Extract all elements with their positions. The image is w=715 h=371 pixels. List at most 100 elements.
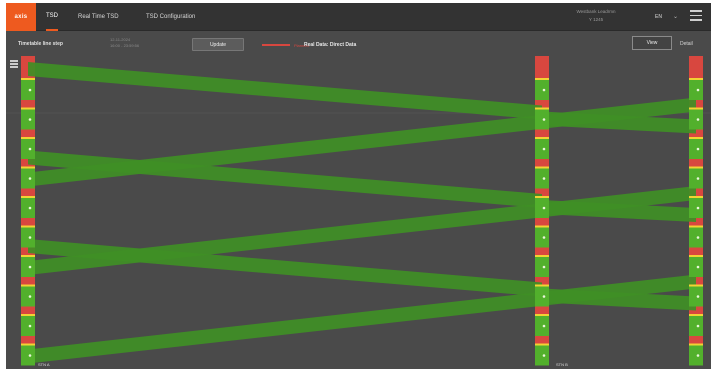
train-node-right-4 xyxy=(696,206,700,210)
train-schedule-diagram: STN A STN B xyxy=(6,56,711,369)
train-path-inbound-2 xyxy=(28,186,696,275)
language-select[interactable]: EN ⌄ xyxy=(643,9,681,25)
dwell-marker-middle-0 xyxy=(535,78,549,80)
train-node-left-9 xyxy=(28,354,32,357)
detail-button[interactable]: Detail xyxy=(680,41,693,47)
station-occupancy-left-2 xyxy=(21,139,35,159)
user-name: Westbank Leadrmn xyxy=(576,9,616,14)
dwell-marker-right-4 xyxy=(689,196,703,198)
station-occupancy-left-8 xyxy=(21,316,35,336)
station-occupancy-left-3 xyxy=(21,168,35,189)
language-value: EN xyxy=(655,14,662,20)
train-node-left-1 xyxy=(28,118,32,121)
tab-tsd-configuration[interactable]: TSD Configuration xyxy=(146,3,195,31)
dwell-marker-left-1 xyxy=(21,107,35,110)
station-occupancy-left-9 xyxy=(21,345,35,366)
station-occupancy-right-0 xyxy=(689,80,703,100)
station-occupancy-middle-9 xyxy=(535,345,549,366)
station-occupancy-middle-4 xyxy=(535,198,549,218)
list-icon[interactable] xyxy=(10,60,18,70)
dwell-marker-right-3 xyxy=(689,166,703,169)
user-info[interactable]: Westbank Leadrmn Y 1245 xyxy=(566,8,626,24)
dwell-marker-right-8 xyxy=(689,314,703,316)
station-occupancy-right-7 xyxy=(689,286,703,307)
station-occupancy-right-8 xyxy=(689,316,703,336)
timetable-label: Timetable line step xyxy=(18,41,63,47)
station-occupancy-middle-8 xyxy=(535,316,549,336)
dwell-marker-middle-1 xyxy=(535,107,549,110)
station-occupancy-middle-1 xyxy=(535,109,549,130)
train-node-right-2 xyxy=(696,147,700,151)
train-path-outbound-1 xyxy=(28,62,542,120)
dwell-marker-middle-2 xyxy=(535,137,549,139)
train-node-left-3 xyxy=(28,177,32,180)
station-occupancy-right-6 xyxy=(689,257,703,277)
train-node-middle-3 xyxy=(542,177,546,180)
station-middle-label: STN B xyxy=(556,362,568,367)
train-node-middle-6 xyxy=(542,265,546,269)
train-node-right-7 xyxy=(696,295,700,298)
train-schedule-canvas[interactable] xyxy=(6,56,711,369)
train-path-outbound-2 xyxy=(28,150,542,208)
date-range-time: 16:00 - 23:59:56 xyxy=(110,43,140,48)
top-navigation-bar: axis TSD Real Time TSD TSD Configuration… xyxy=(6,3,711,31)
hamburger-menu-icon[interactable] xyxy=(690,10,702,22)
station-occupancy-left-4 xyxy=(21,198,35,218)
update-button[interactable]: Update xyxy=(192,38,244,51)
train-path-inbound-3 xyxy=(28,274,696,364)
dwell-marker-left-4 xyxy=(21,196,35,198)
legend-real[interactable]: Real Data: Direct Data xyxy=(304,42,356,48)
legend-planned[interactable]: Planned xyxy=(262,42,309,48)
station-occupancy-left-5 xyxy=(21,227,35,248)
dwell-marker-right-5 xyxy=(689,225,703,228)
station-occupancy-right-4 xyxy=(689,198,703,218)
station-occupancy-left-1 xyxy=(21,109,35,130)
toolbar: Timetable line step 12-11-2024 16:00 - 2… xyxy=(6,32,711,56)
station-occupancy-right-5 xyxy=(689,227,703,248)
dwell-marker-left-5 xyxy=(21,225,35,228)
train-node-left-5 xyxy=(28,236,32,239)
train-node-middle-8 xyxy=(542,324,546,328)
train-node-middle-2 xyxy=(542,147,546,151)
station-occupancy-middle-7 xyxy=(535,286,549,307)
station-occupancy-middle-6 xyxy=(535,257,549,277)
tab-real-time-tsd[interactable]: Real Time TSD xyxy=(78,3,119,31)
dwell-marker-right-9 xyxy=(689,343,703,346)
train-path-inbound-1 xyxy=(28,97,696,187)
train-node-middle-1 xyxy=(542,118,546,121)
app-window: axis TSD Real Time TSD TSD Configuration… xyxy=(6,3,711,369)
date-range[interactable]: 12-11-2024 16:00 - 23:59:56 xyxy=(110,37,139,49)
train-node-right-5 xyxy=(696,236,700,239)
dwell-marker-left-0 xyxy=(21,78,35,80)
dwell-marker-middle-5 xyxy=(535,225,549,228)
station-occupancy-right-2 xyxy=(689,139,703,159)
train-node-right-6 xyxy=(696,265,700,269)
tab-tsd[interactable]: TSD xyxy=(46,3,58,31)
train-node-left-7 xyxy=(28,295,32,298)
train-node-middle-5 xyxy=(542,236,546,239)
legend-planned-swatch xyxy=(262,44,290,46)
station-occupancy-right-3 xyxy=(689,168,703,189)
train-node-right-9 xyxy=(696,354,700,357)
dwell-marker-right-2 xyxy=(689,137,703,139)
train-node-left-2 xyxy=(28,147,32,151)
dwell-marker-middle-6 xyxy=(535,255,549,257)
train-node-middle-4 xyxy=(542,206,546,210)
train-node-right-0 xyxy=(696,88,700,92)
station-occupancy-middle-0 xyxy=(535,80,549,100)
station-occupancy-middle-2 xyxy=(535,139,549,159)
station-occupancy-right-1 xyxy=(689,109,703,130)
train-node-left-6 xyxy=(28,265,32,269)
dwell-marker-middle-3 xyxy=(535,166,549,169)
train-node-left-0 xyxy=(28,88,32,92)
dwell-marker-left-6 xyxy=(21,255,35,257)
dwell-marker-middle-9 xyxy=(535,343,549,346)
station-occupancy-middle-3 xyxy=(535,168,549,189)
view-button[interactable]: View xyxy=(632,36,672,50)
station-occupancy-left-7 xyxy=(21,286,35,307)
station-occupancy-middle-5 xyxy=(535,227,549,248)
train-node-middle-0 xyxy=(542,88,546,92)
dwell-marker-right-0 xyxy=(689,78,703,80)
app-logo[interactable]: axis xyxy=(6,3,36,31)
dwell-marker-right-7 xyxy=(689,284,703,287)
